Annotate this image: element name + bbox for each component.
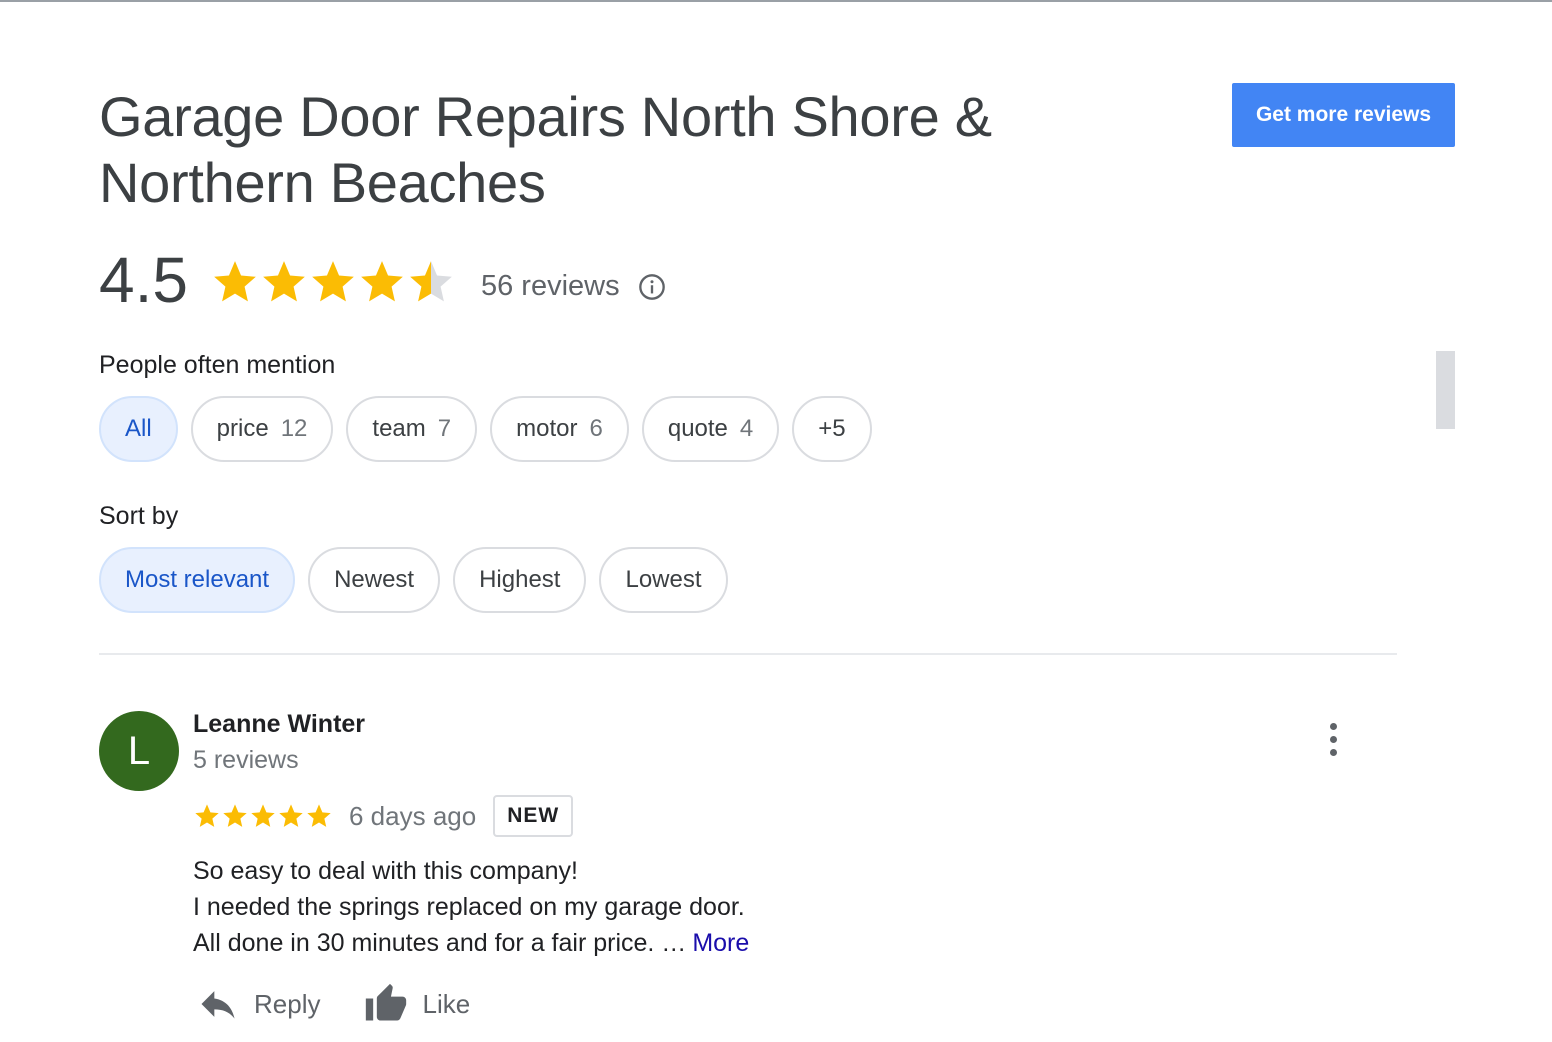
sort-newest[interactable]: Newest <box>308 547 441 613</box>
chip-label: quote <box>667 415 728 442</box>
star-icon <box>223 804 247 827</box>
chip-quote[interactable]: quote 4 <box>641 396 780 462</box>
get-more-reviews-button[interactable]: Get more reviews <box>1232 83 1455 147</box>
chip-label: price <box>216 415 269 442</box>
review-count-link[interactable]: 56 reviews <box>481 270 620 303</box>
star-full-icon <box>263 261 305 302</box>
business-title: Garage Door Repairs North Shore & Northe… <box>99 84 1099 216</box>
business-title-line2: Northern Beaches <box>99 151 546 214</box>
window-top-border <box>0 0 1552 2</box>
mention-chips: All price 12 team 7 motor 6 quote 4 +5 <box>99 396 872 462</box>
menu-dot <box>1329 748 1337 756</box>
review-actions: Reply Like <box>196 982 470 1026</box>
business-title-line1: Garage Door Repairs North Shore & <box>99 85 992 148</box>
rating-value: 4.5 <box>99 244 188 316</box>
thumbs-up-icon <box>366 983 407 1021</box>
info-icon[interactable] <box>638 273 666 301</box>
reply-icon <box>201 991 235 1019</box>
chip-count: 6 <box>589 415 603 442</box>
more-link[interactable]: More <box>692 929 749 957</box>
menu-dot <box>1329 735 1337 743</box>
star-full-icon <box>361 261 403 302</box>
scrollbar-thumb[interactable] <box>1436 351 1455 429</box>
star-half-icon <box>410 261 452 302</box>
chip-count: 4 <box>739 415 754 442</box>
more-options-icon[interactable] <box>1318 718 1348 760</box>
star-icon <box>251 804 275 827</box>
reply-button[interactable]: Reply <box>196 982 320 1026</box>
review-text-line-last: All done in 30 minutes and for a fair pr… <box>193 925 749 961</box>
like-label: Like <box>422 988 471 1019</box>
menu-dot <box>1329 722 1337 730</box>
chip-more-topics[interactable]: +5 <box>792 396 872 462</box>
star-full-icon <box>312 261 354 302</box>
chip-team[interactable]: team 7 <box>346 396 478 462</box>
star-icon <box>307 804 331 827</box>
chip-count: 12 <box>280 415 308 442</box>
sort-by-label: Sort by <box>99 502 179 530</box>
star-icon <box>195 804 219 827</box>
star-full-icon <box>214 261 256 302</box>
new-badge: NEW <box>493 795 574 837</box>
sort-highest[interactable]: Highest <box>453 547 587 613</box>
review-rating-line: 6 days ago NEW <box>193 794 574 838</box>
reply-label: Reply <box>254 988 321 1019</box>
review-text-line: So easy to deal with this company! <box>193 857 578 885</box>
reviewer-name[interactable]: Leanne Winter <box>193 710 365 739</box>
rating-summary: 4.5 56 reviews <box>99 240 666 320</box>
rating-stars <box>210 257 455 307</box>
reviewer-review-count[interactable]: 5 reviews <box>193 746 299 775</box>
section-divider <box>99 653 1397 655</box>
review-stars <box>193 802 333 830</box>
review-text-line: All done in 30 minutes and for a fair pr… <box>193 929 687 957</box>
chip-motor[interactable]: motor 6 <box>490 396 629 462</box>
chip-label: motor <box>516 415 578 442</box>
chip-price[interactable]: price 12 <box>190 396 334 462</box>
review-text-line: I needed the springs replaced on my gara… <box>193 893 745 921</box>
chip-label: +5 <box>818 415 846 442</box>
star-icon <box>279 804 303 827</box>
people-often-mention-label: People often mention <box>99 351 336 379</box>
like-button[interactable]: Like <box>364 982 470 1026</box>
chip-all[interactable]: All <box>99 396 178 462</box>
avatar[interactable]: L <box>99 711 179 791</box>
chip-label: team <box>372 415 426 442</box>
chip-count: 7 <box>437 415 452 442</box>
chip-label: All <box>125 415 152 442</box>
sort-options: Most relevant Newest Highest Lowest <box>99 547 728 613</box>
review-text: So easy to deal with this company! I nee… <box>193 853 749 961</box>
review-date: 6 days ago <box>349 800 477 831</box>
sort-lowest[interactable]: Lowest <box>599 547 728 613</box>
sort-most-relevant[interactable]: Most relevant <box>99 547 296 613</box>
